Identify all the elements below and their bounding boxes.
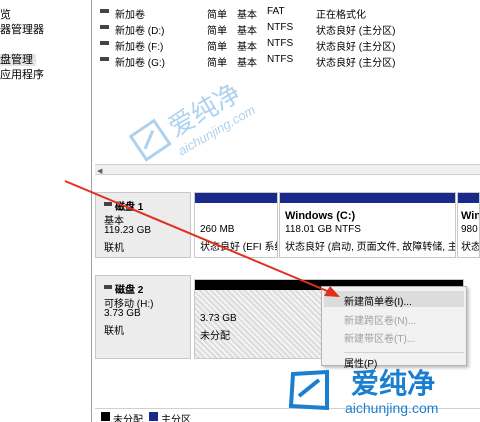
volume-layout: 简单 bbox=[207, 42, 227, 53]
disk2-state: 联机 bbox=[104, 326, 124, 337]
disk2-name: 磁盘 2 bbox=[115, 285, 144, 296]
scroll-left-icon[interactable]: ◀ bbox=[97, 167, 102, 175]
volume-filesystem: NTFS bbox=[267, 22, 294, 33]
volume-status: 状态良好 (主分区) bbox=[316, 58, 396, 69]
volume-filesystem: FAT bbox=[267, 6, 285, 17]
disk1-name: 磁盘 1 bbox=[115, 202, 144, 213]
primary-partition-bar bbox=[195, 193, 277, 203]
nav-item-apps[interactable]: 应用程序 bbox=[0, 66, 44, 82]
partition-size: 118.01 GB NTFS bbox=[285, 224, 361, 235]
disk-icon bbox=[104, 285, 112, 289]
partition-size: 3.73 GB bbox=[200, 313, 237, 324]
volume-layout: 简单 bbox=[207, 10, 227, 21]
volume-name: 新加卷 (F:) bbox=[115, 42, 164, 53]
menu-separator bbox=[344, 352, 464, 353]
volume-icon bbox=[100, 9, 109, 13]
volume-icon bbox=[100, 25, 109, 29]
disk-icon bbox=[104, 202, 112, 206]
volume-name: 新加卷 (D:) bbox=[115, 26, 165, 37]
partition-size: 260 MB bbox=[200, 224, 235, 235]
legend-swatch-unallocated bbox=[101, 412, 110, 421]
nav-item-overview[interactable]: 览 bbox=[0, 6, 11, 22]
watermark-corner: 爱纯净 aichunjing.com bbox=[283, 360, 480, 422]
disk1-state: 联机 bbox=[104, 243, 124, 254]
volume-filesystem: NTFS bbox=[267, 54, 294, 65]
nav-item-disk-management[interactable]: 盘管理 bbox=[0, 51, 36, 67]
primary-partition-bar bbox=[458, 193, 479, 203]
volume-icon bbox=[100, 57, 109, 61]
disk2-header[interactable]: 磁盘 2 可移动 (H:) 3.73 GB 联机 bbox=[95, 275, 191, 359]
nav-item-label: 器管理器 bbox=[0, 24, 44, 36]
partition-status: 状态良好 (EFI 系统 bbox=[200, 242, 278, 253]
disk1-partition-recovery[interactable]: Win 980 状态 bbox=[457, 192, 480, 258]
disk1-partition-efi[interactable]: 260 MB 状态良好 (EFI 系统 bbox=[194, 192, 278, 258]
navigation-tree: 览 器管理器 盘管理 应用程序 bbox=[0, 0, 92, 422]
watermark-corner-sub: aichunjing.com bbox=[345, 400, 439, 416]
nav-item-label: 览 bbox=[0, 9, 11, 21]
partition-label: Windows (C:) bbox=[285, 210, 356, 222]
volume-status: 状态良好 (主分区) bbox=[316, 42, 396, 53]
menu-item-new-striped-volume[interactable]: 新建带区卷(T)... bbox=[344, 330, 415, 345]
volume-row[interactable]: 新加卷 (G:) 简单 基本 NTFS 状态良好 (主分区) bbox=[95, 52, 480, 69]
volume-filesystem: NTFS bbox=[267, 38, 294, 49]
watermark-corner-logo-icon bbox=[288, 369, 329, 411]
volume-type: 基本 bbox=[237, 10, 257, 21]
partition-status: 状态 bbox=[461, 242, 480, 253]
nav-item-label: 盘管理 bbox=[0, 54, 36, 66]
nav-item-device-manager[interactable]: 器管理器 bbox=[0, 21, 44, 37]
nav-item-label: 应用程序 bbox=[0, 69, 44, 81]
volume-type: 基本 bbox=[237, 26, 257, 37]
volume-icon bbox=[100, 41, 109, 45]
partition-size: 980 bbox=[461, 224, 478, 235]
volume-name: 新加卷 bbox=[115, 10, 145, 21]
volume-row[interactable]: 新加卷 简单 基本 FAT 正在格式化 bbox=[95, 4, 480, 21]
legend-label-unallocated: 未分配 bbox=[113, 415, 143, 422]
disk1-partition-c[interactable]: Windows (C:) 118.01 GB NTFS 状态良好 (启动, 页面… bbox=[279, 192, 456, 258]
menu-item-new-simple-volume[interactable]: 新建简单卷(I)... bbox=[344, 293, 412, 308]
legend-swatch-primary bbox=[149, 412, 158, 421]
volume-layout: 简单 bbox=[207, 26, 227, 37]
partition-status: 状态良好 (启动, 页面文件, 故障转储, 主 bbox=[285, 242, 456, 253]
watermark-corner-text: 爱纯净 bbox=[351, 367, 436, 400]
volume-status: 正在格式化 bbox=[316, 10, 366, 21]
disk1-header[interactable]: 磁盘 1 基本 119.23 GB 联机 bbox=[95, 192, 191, 258]
volume-row[interactable]: 新加卷 (D:) 简单 基本 NTFS 状态良好 (主分区) bbox=[95, 20, 480, 37]
menu-item-new-spanned-volume[interactable]: 新建跨区卷(N)... bbox=[344, 312, 416, 327]
primary-partition-bar bbox=[280, 193, 455, 203]
volume-status: 状态良好 (主分区) bbox=[316, 26, 396, 37]
volume-name: 新加卷 (G:) bbox=[115, 58, 165, 69]
volume-row[interactable]: 新加卷 (F:) 简单 基本 NTFS 状态良好 (主分区) bbox=[95, 36, 480, 53]
context-menu: 新建简单卷(I)... 新建跨区卷(N)... 新建带区卷(T)... 属性(P… bbox=[321, 286, 467, 370]
partition-label: Win bbox=[461, 210, 480, 222]
disk2-size: 3.73 GB bbox=[104, 308, 141, 319]
disk1-size: 119.23 GB bbox=[104, 225, 152, 236]
legend-label-primary: 主分区 bbox=[161, 415, 191, 422]
partition-status: 未分配 bbox=[200, 331, 230, 342]
